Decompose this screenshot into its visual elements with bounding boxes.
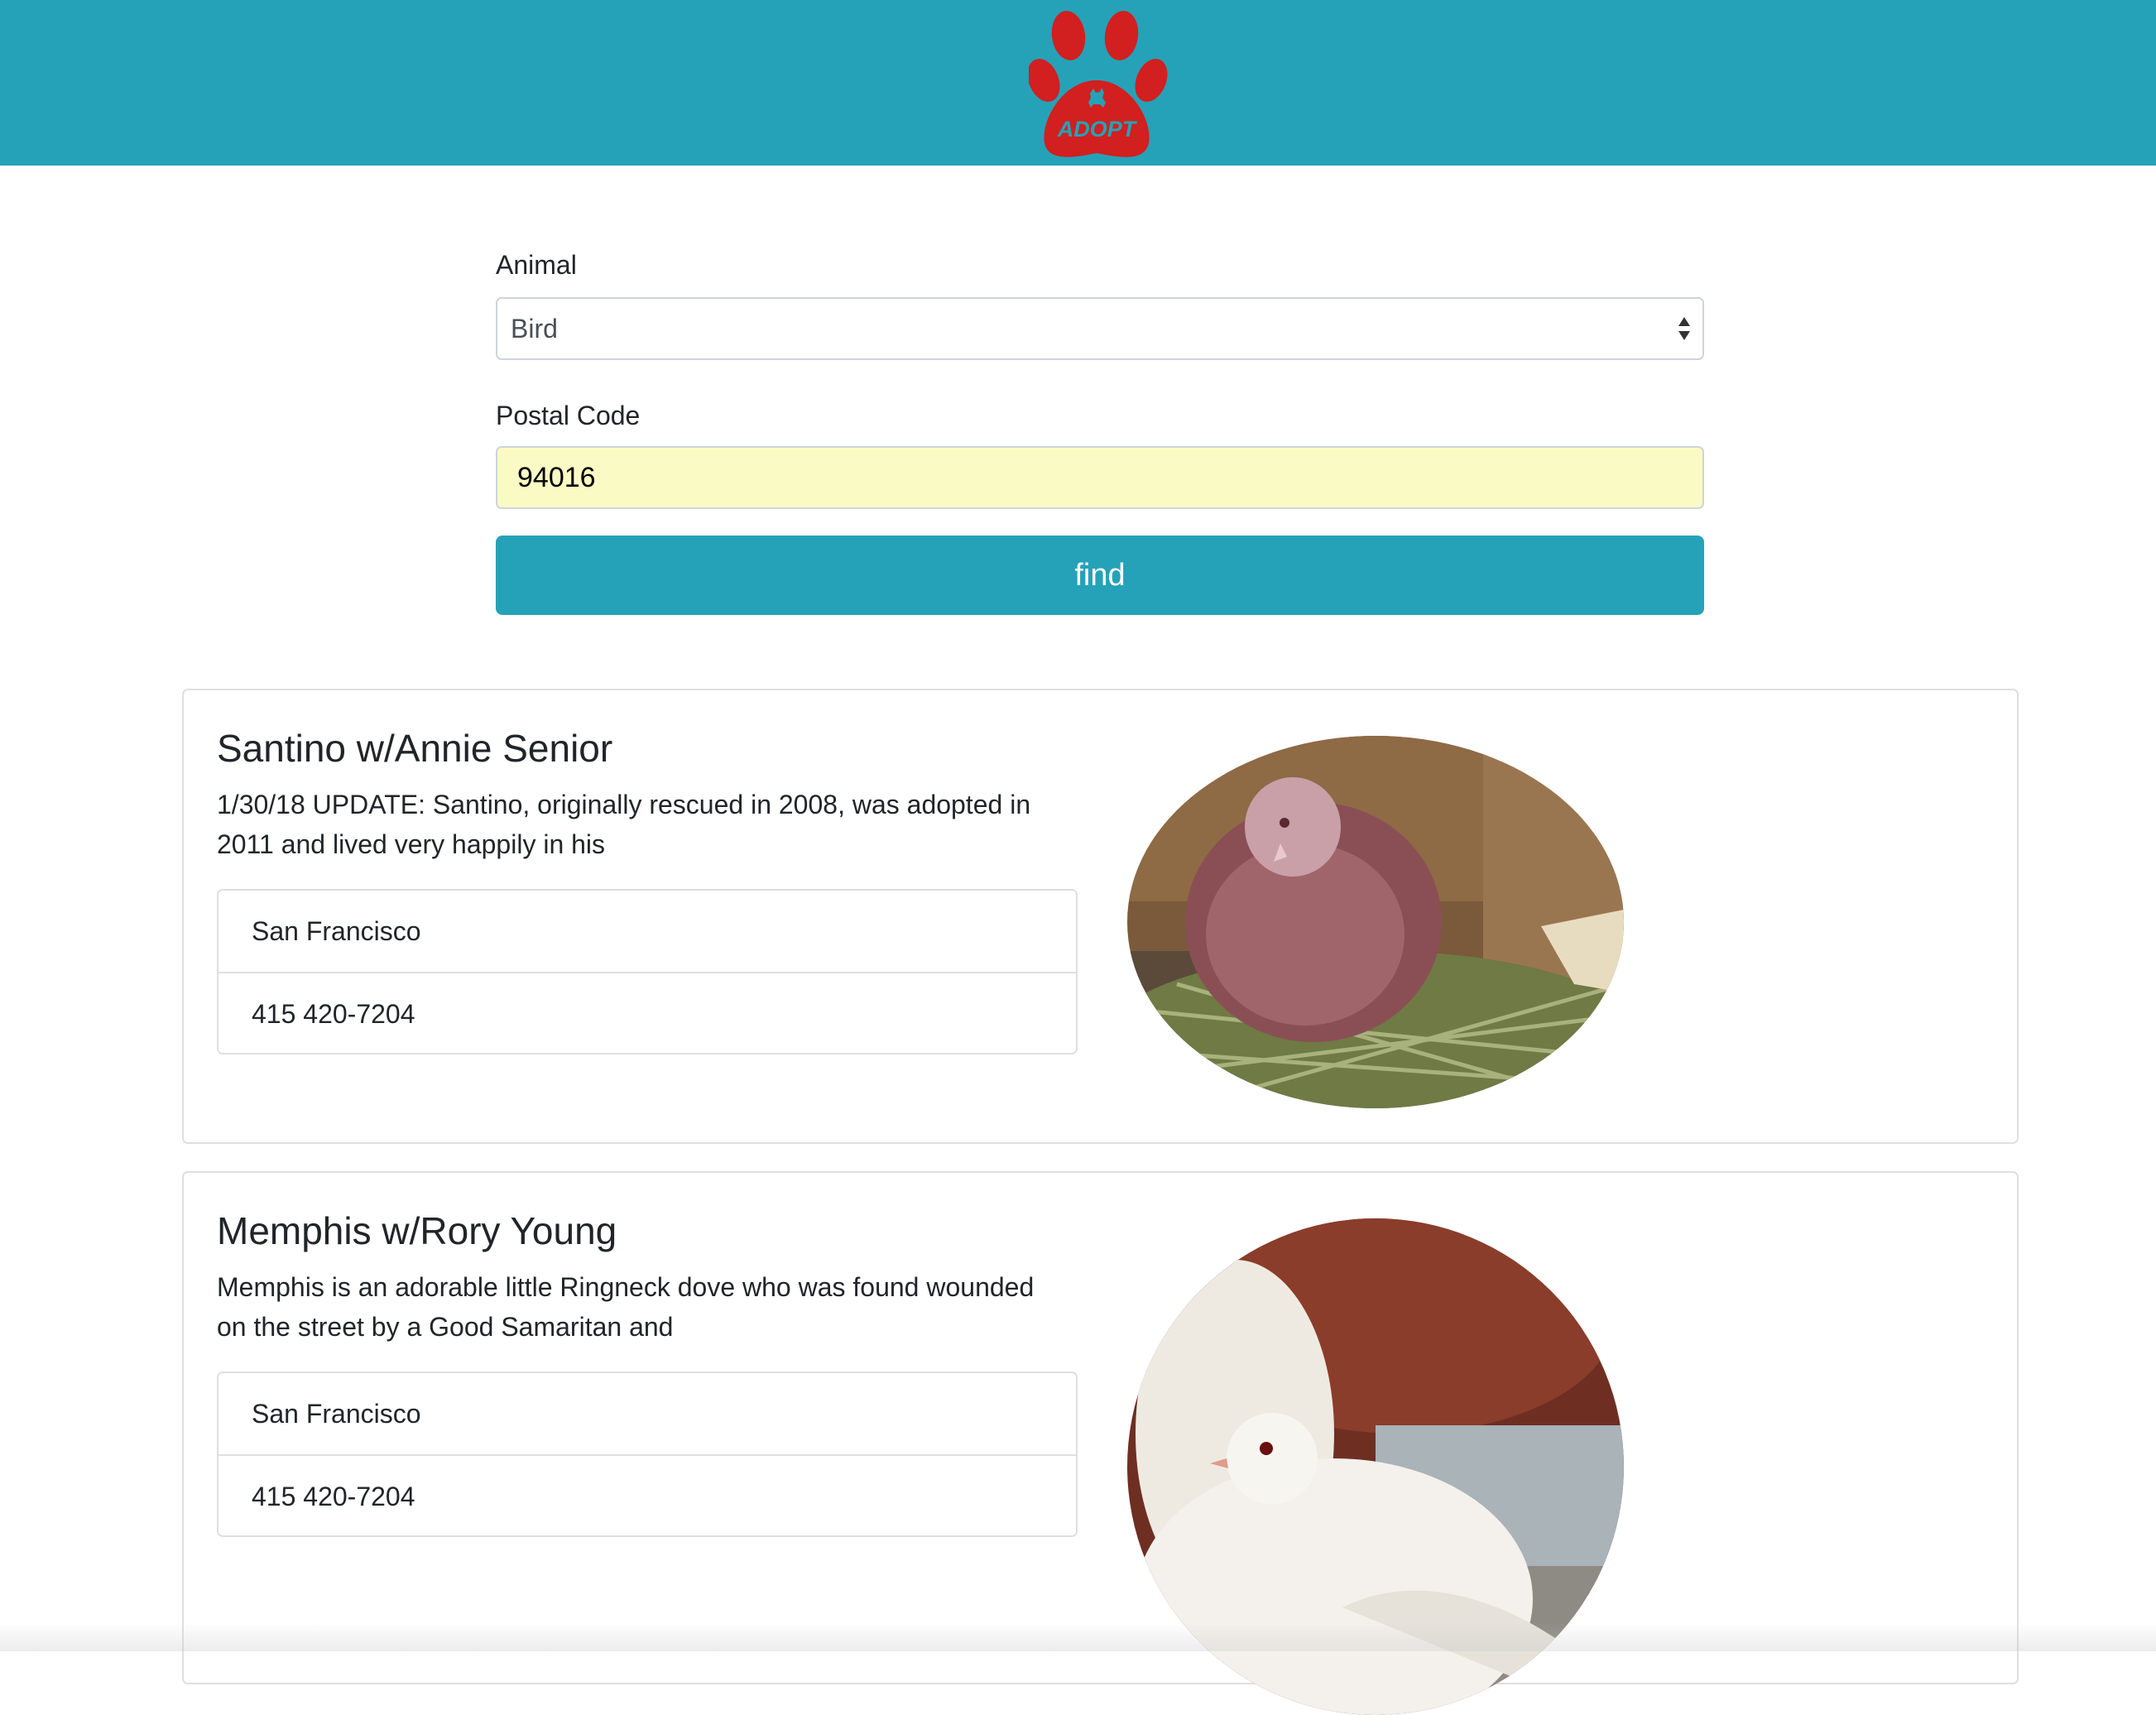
pet-description: Memphis is an adorable little Ringneck d… (217, 1272, 1035, 1342)
search-form: Animal Bird Postal Code 94016 find (496, 244, 1704, 615)
contact-list: San Francisco 415 420-7204 (217, 1372, 1078, 1537)
result-card: Santino w/Annie Senior 1/30/18 UPDATE: S… (182, 689, 2019, 1144)
select-arrows-icon (1678, 317, 1690, 340)
result-card: Memphis w/Rory Young Memphis is an adora… (182, 1171, 2019, 1715)
pet-name: Memphis w/Rory Young (217, 1209, 617, 1252)
page-bottom-shadow (0, 1622, 2156, 1651)
phone-item: 415 420-7204 (218, 972, 1076, 1053)
logo-text: ADOPT (1057, 117, 1138, 142)
pet-name: Santino w/Annie Senior (217, 727, 613, 770)
animal-label: Animal (496, 250, 577, 280)
animal-select[interactable]: Bird (496, 297, 1704, 360)
animal-select-value: Bird (511, 314, 558, 343)
phone-item: 415 420-7204 (218, 1454, 1076, 1535)
postal-code-label: Postal Code (496, 401, 641, 430)
pet-description: 1/30/18 UPDATE: Santino, originally resc… (217, 790, 1031, 859)
postal-code-input[interactable]: 94016 (496, 446, 1704, 509)
contact-list: San Francisco 415 420-7204 (217, 889, 1078, 1054)
find-button[interactable]: find (496, 536, 1704, 615)
site-header: ADOPT (0, 0, 2156, 166)
location-item: San Francisco (252, 1399, 421, 1429)
pet-photo-pigeon (1127, 736, 1624, 1108)
adopt-paw-logo[interactable]: ADOPT (1027, 4, 1169, 161)
location-item: San Francisco (252, 916, 421, 946)
